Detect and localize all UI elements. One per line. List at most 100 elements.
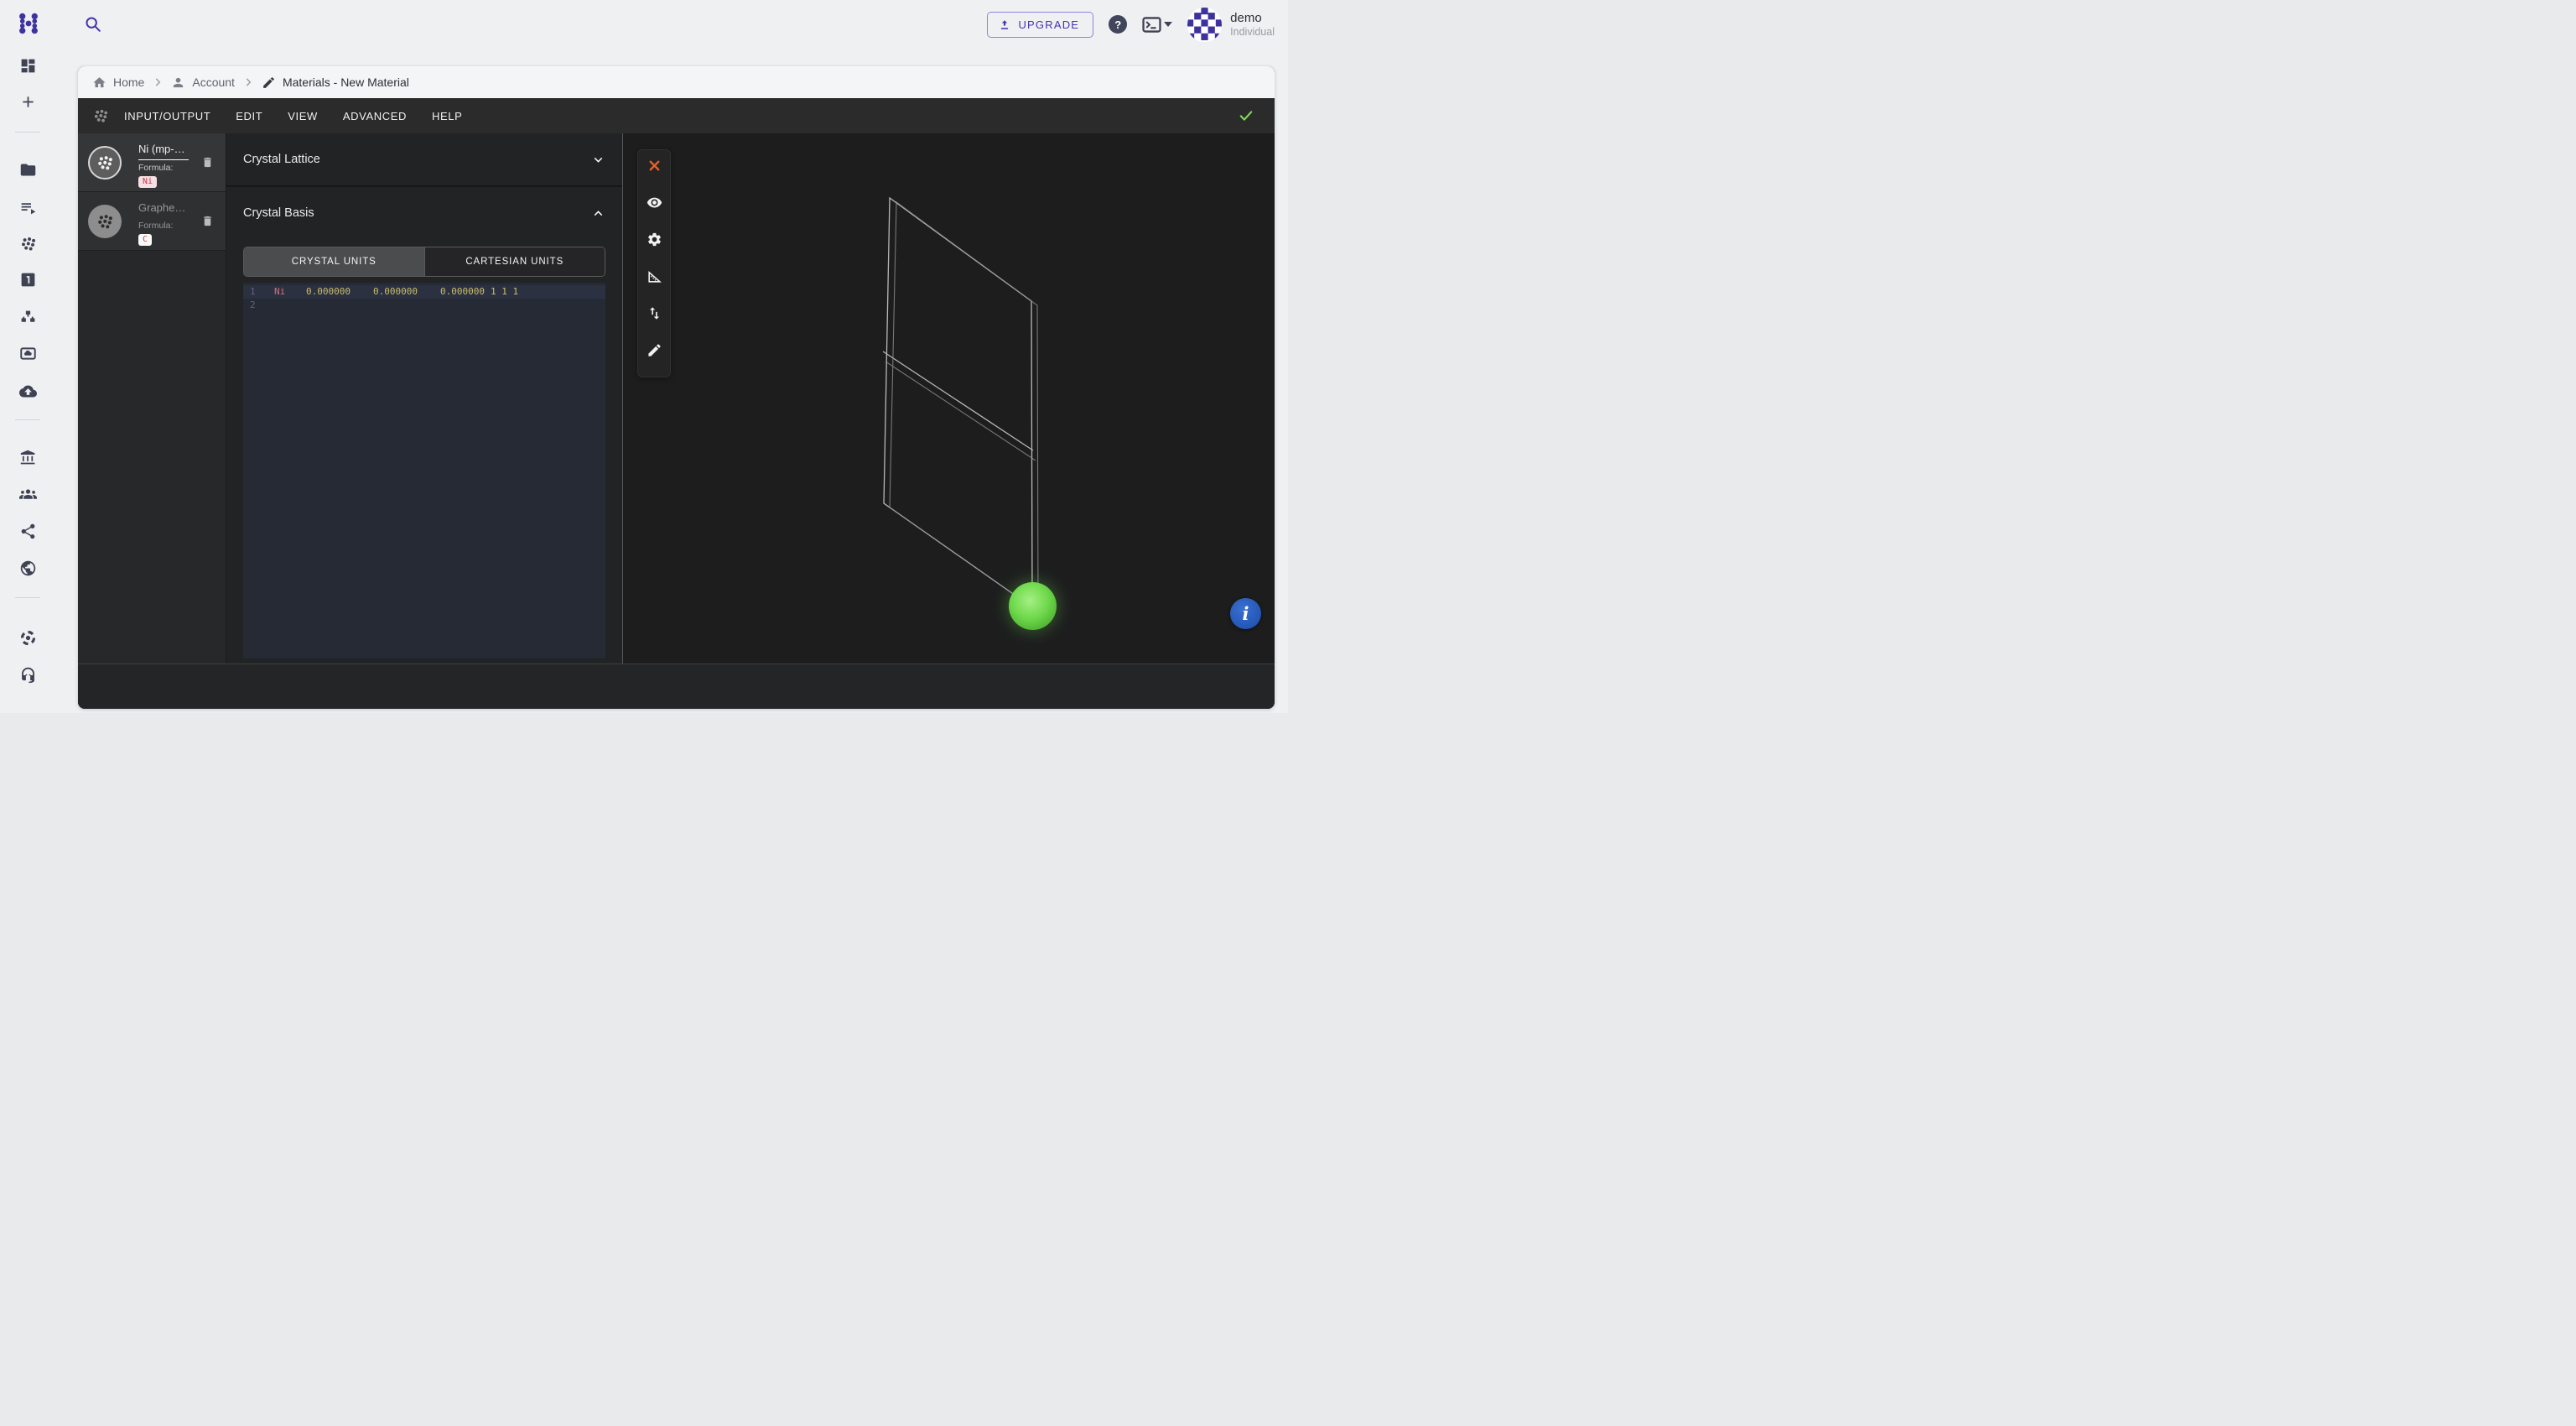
- sidebar-item-media[interactable]: [14, 340, 41, 367]
- tab-cartesian-units[interactable]: CARTESIAN UNITS: [424, 247, 605, 276]
- console-menu[interactable]: [1142, 17, 1172, 33]
- sidebar-item-web[interactable]: [14, 554, 41, 581]
- chevron-up-icon: [591, 206, 605, 221]
- sidebar-divider: [15, 132, 40, 133]
- workspace: Ni (mp-… Formula: Ni Graphe… Formula: C: [78, 133, 1275, 664]
- material-thumbnail: [88, 146, 122, 180]
- main-card: Home Account Materials - New Material IN…: [78, 66, 1275, 709]
- sidebar-item-dashboard[interactable]: [14, 52, 41, 79]
- sidebar-item-cloud[interactable]: [14, 377, 41, 404]
- playlist-play-icon: [19, 199, 37, 216]
- chevron-right-icon: [242, 76, 254, 88]
- menu-advanced[interactable]: ADVANCED: [343, 105, 407, 128]
- material-name-field[interactable]: Graphe…: [138, 201, 189, 218]
- breadcrumb: Home Account Materials - New Material: [78, 66, 1275, 98]
- menu-help[interactable]: HELP: [432, 105, 462, 128]
- terminal-icon: [1142, 17, 1161, 33]
- material-item-ni[interactable]: Ni (mp-… Formula: Ni: [78, 133, 226, 192]
- sidebar-item-share[interactable]: [14, 518, 41, 544]
- units-tab-group: CRYSTAL UNITS CARTESIAN UNITS: [243, 247, 605, 277]
- line-number: 2: [250, 299, 262, 312]
- topbar-right: UPGRADE ? demo Indivi: [987, 7, 1275, 42]
- swap-vertical-icon: [647, 305, 662, 321]
- menu-view[interactable]: VIEW: [288, 105, 318, 128]
- sidebar-item-new[interactable]: [14, 88, 41, 115]
- plus-icon: [19, 93, 37, 111]
- headset-icon: [19, 666, 37, 684]
- coord-x: 0.000000: [306, 285, 373, 299]
- molecule-icon: [92, 108, 109, 123]
- breadcrumb-account-label: Account: [192, 75, 235, 89]
- bank-icon: [19, 449, 37, 466]
- saved-check-icon[interactable]: [1238, 107, 1254, 124]
- formula-badge: C: [138, 234, 152, 246]
- breadcrumb-separator: [242, 76, 254, 88]
- code-line-2[interactable]: 2: [243, 299, 605, 312]
- swap-axes-button[interactable]: [645, 304, 663, 322]
- breadcrumb-home[interactable]: Home: [92, 75, 144, 90]
- sitemap-icon: [19, 309, 37, 326]
- person-icon: [171, 75, 185, 90]
- edit-structure-button[interactable]: [645, 341, 663, 359]
- basis-code-editor[interactable]: 1 Ni 0.000000 0.000000 0.000000 1 1 1 2: [243, 283, 605, 658]
- breadcrumb-home-label: Home: [113, 75, 144, 89]
- chevron-right-icon: [152, 76, 164, 88]
- helm-icon: [19, 629, 37, 647]
- looks-one-icon: [19, 271, 37, 289]
- dashboard-icon: [19, 57, 37, 75]
- upload-icon: [999, 18, 1010, 31]
- crystal-basis-header[interactable]: Crystal Basis: [226, 187, 622, 239]
- identicon: [1187, 8, 1222, 42]
- unit-cell-wireframe[interactable]: [623, 133, 1274, 664]
- info-button[interactable]: i: [1230, 598, 1261, 629]
- upgrade-label: UPGRADE: [1018, 18, 1079, 31]
- delete-material-button[interactable]: [201, 214, 214, 228]
- material-thumbnail: [88, 205, 122, 238]
- sidebar-item-helm[interactable]: [14, 624, 41, 651]
- code-line-1[interactable]: 1 Ni 0.000000 0.000000 0.000000 1 1 1: [243, 285, 605, 299]
- viewer-settings-button[interactable]: [645, 230, 663, 248]
- tab-crystal-units[interactable]: CRYSTAL UNITS: [244, 247, 424, 276]
- section-title: Crystal Basis: [243, 206, 314, 220]
- user-menu[interactable]: demo Individual: [1187, 8, 1275, 42]
- crystal-viewer-3d[interactable]: i: [623, 133, 1275, 664]
- menu-input-output[interactable]: INPUT/OUTPUT: [124, 105, 210, 128]
- user-plan: Individual: [1230, 26, 1275, 39]
- sidebar-divider: [15, 597, 40, 598]
- atom-sphere-ni[interactable]: [1009, 582, 1057, 630]
- crystal-lattice-header[interactable]: Crystal Lattice: [226, 133, 622, 185]
- breadcrumb-account[interactable]: Account: [171, 75, 235, 90]
- share-icon: [19, 523, 37, 540]
- sidebar-item-jobs[interactable]: [14, 194, 41, 221]
- user-info: demo Individual: [1230, 11, 1275, 39]
- viewer-toolbar: [637, 149, 671, 377]
- coord-y: 0.000000: [373, 285, 440, 299]
- sidebar-item-materials[interactable]: [14, 230, 41, 257]
- sidebar-item-workflows[interactable]: [14, 304, 41, 330]
- coord-z: 0.000000: [440, 285, 485, 299]
- line-number: 1: [250, 285, 262, 299]
- menu-edit[interactable]: EDIT: [236, 105, 262, 128]
- home-icon: [92, 75, 106, 90]
- search-icon[interactable]: [84, 15, 102, 34]
- visibility-button[interactable]: [645, 193, 663, 211]
- upgrade-button[interactable]: UPGRADE: [987, 12, 1093, 38]
- set-square-icon: [647, 268, 662, 284]
- close-viewer-button[interactable]: [645, 156, 663, 174]
- folder-icon: [19, 161, 37, 179]
- people-icon: [19, 486, 37, 503]
- material-name-field[interactable]: Ni (mp-…: [138, 143, 189, 160]
- help-icon[interactable]: ?: [1109, 15, 1127, 34]
- sidebar-item-folders[interactable]: [14, 156, 41, 183]
- delete-material-button[interactable]: [201, 155, 214, 169]
- sidebar-item-team[interactable]: [14, 481, 41, 507]
- sidebar-item-organization[interactable]: [14, 444, 41, 471]
- trash-icon: [201, 214, 214, 228]
- measure-button[interactable]: [645, 267, 663, 285]
- gear-icon: [647, 232, 662, 247]
- mat3ra-logo[interactable]: [16, 11, 41, 36]
- sidebar-item-support[interactable]: [14, 661, 41, 688]
- close-icon: [647, 158, 662, 174]
- material-item-graphene[interactable]: Graphe… Formula: C: [78, 192, 226, 251]
- sidebar-item-unit[interactable]: [14, 266, 41, 293]
